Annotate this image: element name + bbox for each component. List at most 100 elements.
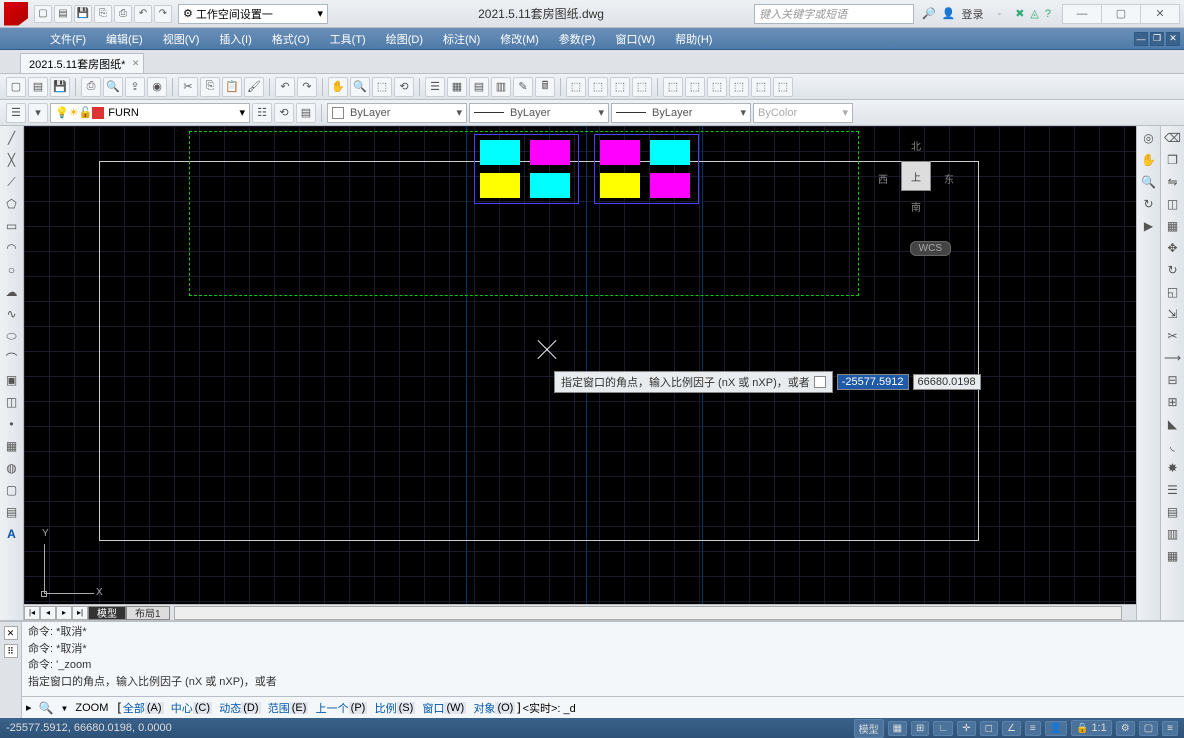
- menu-tools[interactable]: 工具(T): [320, 29, 376, 49]
- doc-close-icon[interactable]: ✕: [1166, 32, 1180, 46]
- zoom3-icon[interactable]: ⬚: [610, 77, 630, 97]
- zoom2-icon[interactable]: 🔍: [1139, 172, 1159, 192]
- ssm-icon[interactable]: ▥: [491, 77, 511, 97]
- command-history[interactable]: 命令: *取消* 命令: *取消* 命令: '_zoom 指定窗口的角点，输入比…: [22, 622, 1184, 696]
- new-icon[interactable]: ▢: [34, 5, 52, 23]
- properties-icon[interactable]: ☰: [425, 77, 445, 97]
- exchange-icon[interactable]: ✖: [1015, 7, 1024, 20]
- login-label[interactable]: 登录: [962, 6, 984, 22]
- dcenter-icon[interactable]: ▦: [447, 77, 467, 97]
- menu-dim[interactable]: 标注(N): [433, 29, 490, 49]
- options-icon[interactable]: [814, 376, 826, 388]
- break-icon[interactable]: ⊟: [1163, 370, 1183, 390]
- orbit-icon[interactable]: ↻: [1139, 194, 1159, 214]
- save-icon[interactable]: 💾: [74, 5, 92, 23]
- block-icon[interactable]: ◫: [2, 392, 22, 412]
- viewcube-e[interactable]: 东: [944, 171, 954, 186]
- array-icon[interactable]: ▦: [1163, 216, 1183, 236]
- zoom7-icon[interactable]: ⬚: [707, 77, 727, 97]
- zoom10-icon[interactable]: ⬚: [773, 77, 793, 97]
- app-logo-icon[interactable]: [4, 2, 28, 26]
- cut-icon[interactable]: ✂: [178, 77, 198, 97]
- menu-draw[interactable]: 绘图(D): [376, 29, 433, 49]
- table-icon[interactable]: ▤: [2, 502, 22, 522]
- h-scrollbar[interactable]: [174, 606, 1122, 620]
- ortho-toggle-icon[interactable]: ∟: [933, 721, 953, 736]
- customize-icon[interactable]: ≡: [1162, 721, 1178, 736]
- copy-icon[interactable]: ⎘: [200, 77, 220, 97]
- save-icon[interactable]: 💾: [50, 77, 70, 97]
- plotstyle-dropdown[interactable]: ByColor▾: [753, 103, 853, 123]
- cmd-handle-icon[interactable]: ⠿: [4, 644, 18, 658]
- text-icon[interactable]: A: [2, 524, 22, 544]
- drawing-canvas[interactable]: 指定窗口的角点，输入比例因子 (nX 或 nXP)，或者 -25577.5912…: [24, 126, 1136, 604]
- a360-icon[interactable]: ◬: [1030, 7, 1038, 20]
- open-icon[interactable]: ▤: [54, 5, 72, 23]
- open-icon[interactable]: ▤: [28, 77, 48, 97]
- tab-close-icon[interactable]: ✕: [132, 58, 140, 69]
- zoom8-icon[interactable]: ⬚: [729, 77, 749, 97]
- tab-prev-icon[interactable]: ◂: [40, 606, 56, 620]
- close-button[interactable]: ✕: [1140, 4, 1180, 24]
- doc-minimize-icon[interactable]: —: [1134, 32, 1148, 46]
- layerprops-icon[interactable]: ☰: [6, 103, 26, 123]
- ellipsearc-icon[interactable]: ⌒: [2, 348, 22, 368]
- viewcube-n[interactable]: 北: [911, 138, 921, 153]
- menu-insert[interactable]: 插入(I): [209, 29, 261, 49]
- rect-icon[interactable]: ▭: [2, 216, 22, 236]
- join-icon[interactable]: ⊞: [1163, 392, 1183, 412]
- layerstate-icon[interactable]: ▾: [28, 103, 48, 123]
- menu-file[interactable]: 文件(F): [40, 29, 96, 49]
- pan-icon[interactable]: ✋: [328, 77, 348, 97]
- workspace-dropdown[interactable]: ⚙ 工作空间设置一 ▾: [178, 4, 328, 24]
- cmd-close-icon[interactable]: ✕: [4, 626, 18, 640]
- menu-window[interactable]: 窗口(W): [605, 29, 665, 49]
- markup-icon[interactable]: ✎: [513, 77, 533, 97]
- trim-icon[interactable]: ✂: [1163, 326, 1183, 346]
- layer-dropdown[interactable]: 💡 ☀ 🔓 FURN ▾: [50, 103, 250, 123]
- scale-icon[interactable]: ◱: [1163, 282, 1183, 302]
- line-icon[interactable]: ╱: [2, 128, 22, 148]
- viewcube-top[interactable]: 上: [901, 161, 931, 191]
- binoculars-icon[interactable]: 🔎: [922, 7, 936, 20]
- otrack-toggle-icon[interactable]: ∠: [1002, 721, 1021, 736]
- chamfer-icon[interactable]: ◣: [1163, 414, 1183, 434]
- layermatch-icon[interactable]: ☷: [252, 103, 272, 123]
- layout1-tab[interactable]: 布局1: [126, 606, 170, 620]
- spline-icon[interactable]: ∿: [2, 304, 22, 324]
- menu-param[interactable]: 参数(P): [549, 29, 606, 49]
- zoom-prev-icon[interactable]: ⟲: [394, 77, 414, 97]
- wheel-icon[interactable]: ◎: [1139, 128, 1159, 148]
- zoom4-icon[interactable]: ⬚: [632, 77, 652, 97]
- paste-icon[interactable]: 📋: [222, 77, 242, 97]
- gradient-icon[interactable]: ◍: [2, 458, 22, 478]
- showmotion-icon[interactable]: ▶: [1139, 216, 1159, 236]
- xline-icon[interactable]: ╳: [2, 150, 22, 170]
- 3ddwf-icon[interactable]: ◉: [147, 77, 167, 97]
- help-icon[interactable]: ?: [1045, 8, 1051, 20]
- lwt-toggle-icon[interactable]: ≡: [1025, 721, 1041, 736]
- snap-toggle-icon[interactable]: ⊞: [911, 721, 929, 736]
- zoom5-icon[interactable]: ⬚: [663, 77, 683, 97]
- print-icon[interactable]: ⎙: [114, 5, 132, 23]
- wcs-badge[interactable]: WCS: [910, 241, 951, 256]
- point-icon[interactable]: •: [2, 414, 22, 434]
- redo-icon[interactable]: ↷: [154, 5, 172, 23]
- toolpal-icon[interactable]: ▤: [469, 77, 489, 97]
- preview-icon[interactable]: 🔍: [103, 77, 123, 97]
- extend-icon[interactable]: ⟶: [1163, 348, 1183, 368]
- undo-icon[interactable]: ↶: [134, 5, 152, 23]
- command-input[interactable]: ▸ 🔍 ▾ ZOOM [全部(A) 中心(C) 动态(D) 范围(E) 上一个(…: [22, 696, 1184, 718]
- zoom-win-icon[interactable]: ⬚: [372, 77, 392, 97]
- more3-icon[interactable]: ▦: [1163, 546, 1183, 566]
- osnap-toggle-icon[interactable]: ◻: [980, 721, 998, 736]
- calc-icon[interactable]: 🖩: [535, 77, 555, 97]
- redo-icon[interactable]: ↷: [297, 77, 317, 97]
- fillet-icon[interactable]: ◟: [1163, 436, 1183, 456]
- scale-readout[interactable]: 🔒 1:1: [1071, 720, 1112, 736]
- lineweight-dropdown[interactable]: ByLayer▾: [611, 103, 751, 123]
- pan2-icon[interactable]: ✋: [1139, 150, 1159, 170]
- coords-readout[interactable]: -25577.5912, 66680.0198, 0.0000: [6, 722, 172, 734]
- ellipse-icon[interactable]: ⬭: [2, 326, 22, 346]
- max-viewport-icon[interactable]: ▢: [1139, 721, 1158, 736]
